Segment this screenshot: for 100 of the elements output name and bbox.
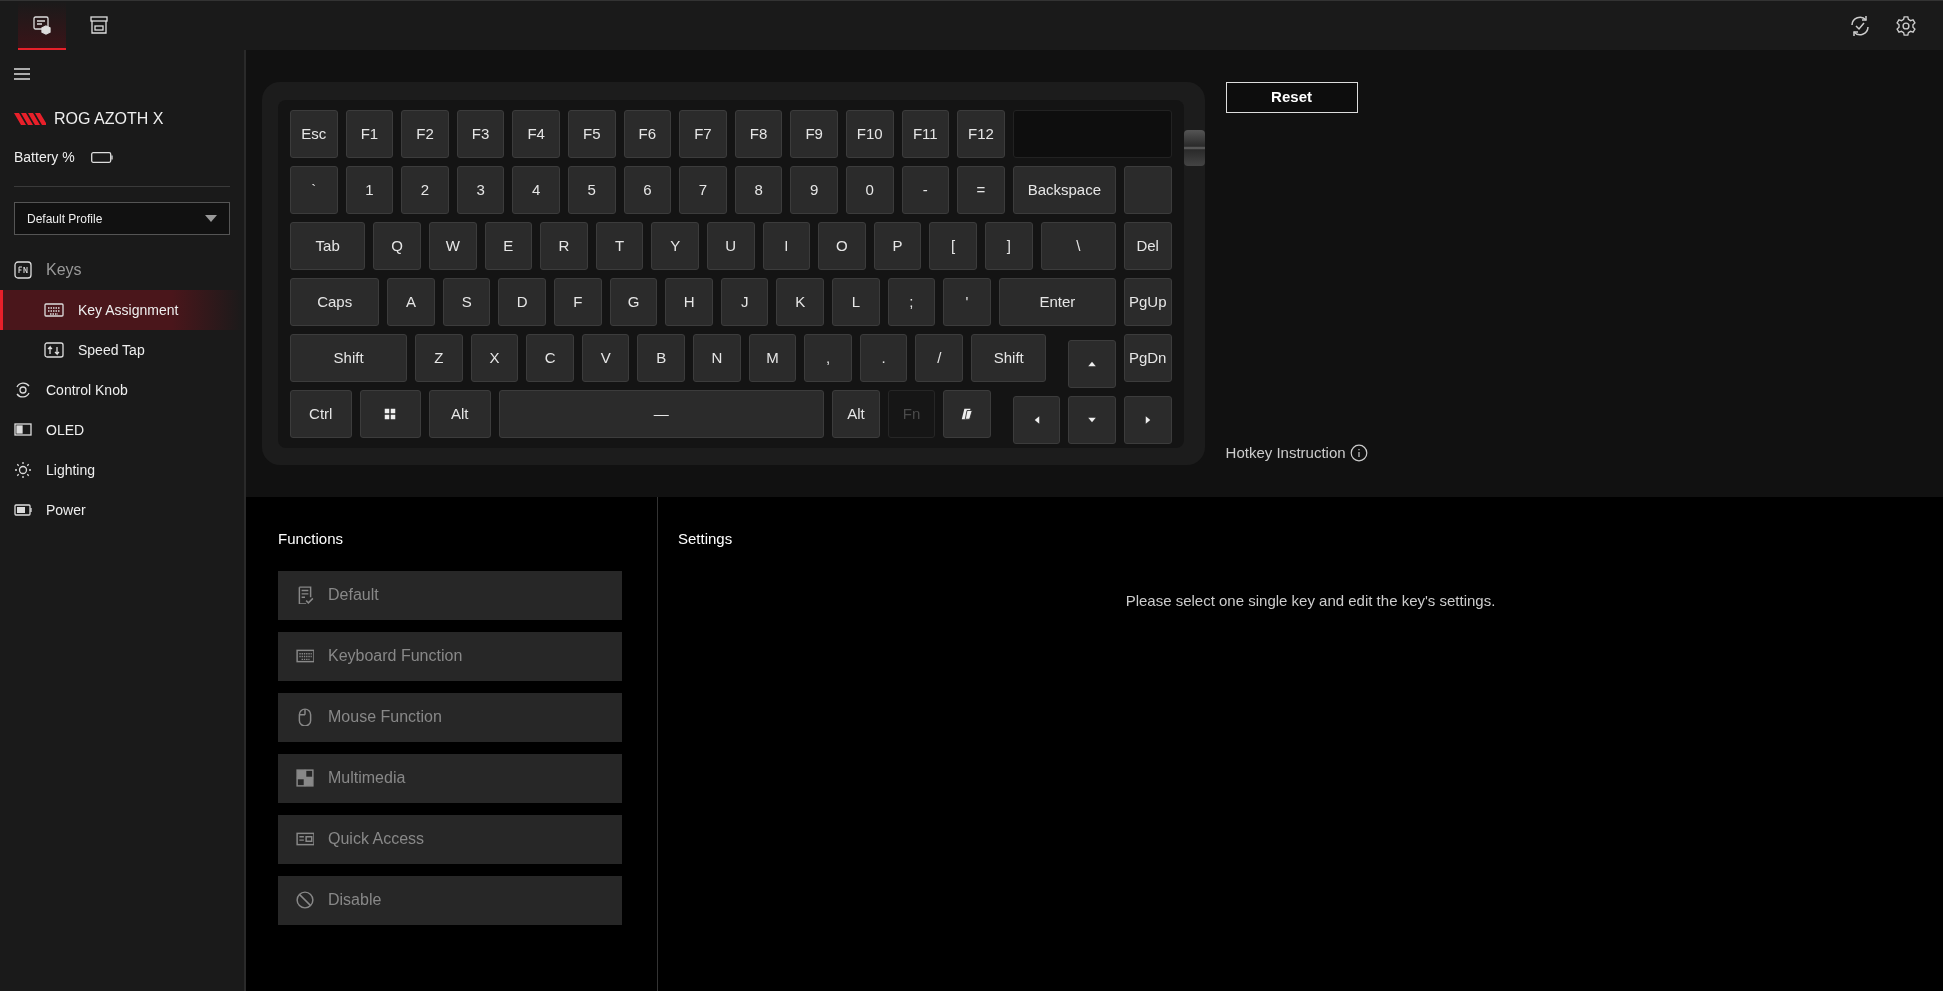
- key[interactable]: Alt: [429, 390, 491, 438]
- prohibited-icon: [296, 891, 314, 909]
- key[interactable]: V: [581, 334, 630, 382]
- key[interactable]: Z: [415, 334, 463, 382]
- key[interactable]: Alt: [832, 390, 880, 438]
- key[interactable]: Shift: [971, 334, 1047, 382]
- nav-item[interactable]: OLED: [0, 410, 244, 450]
- nav-item[interactable]: Lighting: [0, 450, 244, 490]
- key[interactable]: 0: [845, 166, 894, 214]
- key[interactable]: H: [665, 278, 713, 326]
- key[interactable]: W: [429, 222, 477, 270]
- key[interactable]: [943, 390, 991, 438]
- info-icon[interactable]: [1349, 443, 1368, 462]
- function-option[interactable]: Multimedia: [278, 753, 622, 803]
- key[interactable]: Tab: [290, 222, 366, 270]
- menu-icon[interactable]: [14, 68, 30, 80]
- key[interactable]: R: [540, 222, 588, 270]
- grid-icon: [296, 769, 314, 787]
- function-option[interactable]: Default: [278, 570, 622, 620]
- key[interactable]: [: [929, 222, 977, 270]
- sync-check-icon[interactable]: [1849, 14, 1871, 37]
- key[interactable]: F: [554, 278, 602, 326]
- key[interactable]: Backspace: [1012, 166, 1116, 214]
- key[interactable]: B: [637, 334, 686, 382]
- nav-item[interactable]: Power: [0, 490, 244, 530]
- key[interactable]: F11: [901, 110, 950, 158]
- key[interactable]: F3: [456, 110, 505, 158]
- key[interactable]: ;: [887, 278, 936, 326]
- key[interactable]: K: [776, 278, 825, 326]
- battery-icon: [90, 152, 113, 163]
- key[interactable]: F7: [679, 110, 727, 158]
- battery-icon: [14, 501, 32, 519]
- nav-group[interactable]: Keys: [0, 250, 244, 290]
- nav-subitem[interactable]: Speed Tap: [0, 330, 244, 370]
- key[interactable]: 5: [567, 166, 616, 214]
- key[interactable]: Del: [1123, 222, 1172, 270]
- key[interactable]: Enter: [998, 278, 1116, 326]
- key[interactable]: Y: [651, 222, 699, 270]
- nav-item[interactable]: Control Knob: [0, 370, 244, 410]
- key[interactable]: ]: [984, 222, 1033, 270]
- function-option[interactable]: Quick Access: [278, 814, 622, 864]
- key[interactable]: 2: [401, 166, 449, 214]
- key[interactable]: PgDn: [1123, 334, 1172, 382]
- key[interactable]: N: [693, 334, 741, 382]
- key[interactable]: P: [873, 222, 922, 270]
- key[interactable]: A: [387, 278, 435, 326]
- function-option[interactable]: Disable: [278, 875, 622, 925]
- battery-label: Battery %: [14, 148, 75, 167]
- key[interactable]: I: [762, 222, 811, 270]
- key[interactable]: F10: [845, 110, 894, 158]
- function-option[interactable]: Keyboard Function: [278, 631, 622, 681]
- key[interactable]: ': [943, 278, 991, 326]
- profile-dropdown[interactable]: Default Profile: [14, 202, 230, 235]
- key[interactable]: F9: [790, 110, 838, 158]
- key[interactable]: F4: [512, 110, 560, 158]
- function-option[interactable]: Mouse Function: [278, 692, 622, 742]
- key[interactable]: Q: [373, 222, 421, 270]
- key[interactable]: E: [484, 222, 533, 270]
- key[interactable]: F8: [734, 110, 783, 158]
- control-knob-drawing[interactable]: [1183, 130, 1205, 166]
- key[interactable]: PgUp: [1123, 278, 1172, 326]
- key[interactable]: Ctrl: [290, 390, 352, 438]
- key[interactable]: =: [957, 166, 1005, 214]
- key[interactable]: M: [748, 334, 797, 382]
- key[interactable]: /: [915, 334, 964, 382]
- settings-icon[interactable]: [1895, 14, 1917, 37]
- key[interactable]: J: [720, 278, 769, 326]
- key[interactable]: 3: [456, 166, 505, 214]
- key[interactable]: 7: [679, 166, 727, 214]
- key[interactable]: F1: [345, 110, 394, 158]
- key[interactable]: T: [595, 222, 644, 270]
- key[interactable]: D: [498, 278, 547, 326]
- key[interactable]: U: [706, 222, 755, 270]
- key[interactable]: X: [470, 334, 519, 382]
- hotkey-instruction-label: Hotkey Instruction: [1225, 442, 1346, 463]
- reset-button[interactable]: Reset: [1225, 82, 1358, 113]
- key[interactable]: .: [859, 334, 908, 382]
- key[interactable]: Esc: [290, 110, 338, 158]
- key[interactable]: Caps: [290, 278, 380, 326]
- key[interactable]: F12: [957, 110, 1005, 158]
- key[interactable]: F6: [623, 110, 672, 158]
- key[interactable]: Shift: [290, 334, 408, 382]
- key[interactable]: \: [1040, 222, 1116, 270]
- key[interactable]: F2: [401, 110, 449, 158]
- key[interactable]: ,: [804, 334, 852, 382]
- key[interactable]: -: [901, 166, 950, 214]
- key[interactable]: 1: [345, 166, 394, 214]
- key[interactable]: 8: [734, 166, 783, 214]
- key[interactable]: C: [526, 334, 574, 382]
- key[interactable]: 9: [790, 166, 838, 214]
- key[interactable]: `: [290, 166, 338, 214]
- key[interactable]: G: [609, 278, 658, 326]
- key[interactable]: 4: [512, 166, 560, 214]
- key[interactable]: O: [818, 222, 866, 270]
- key[interactable]: [359, 390, 421, 438]
- key[interactable]: —: [498, 390, 825, 438]
- key[interactable]: F5: [567, 110, 616, 158]
- key[interactable]: 6: [623, 166, 672, 214]
- key[interactable]: S: [442, 278, 491, 326]
- key[interactable]: L: [832, 278, 880, 326]
